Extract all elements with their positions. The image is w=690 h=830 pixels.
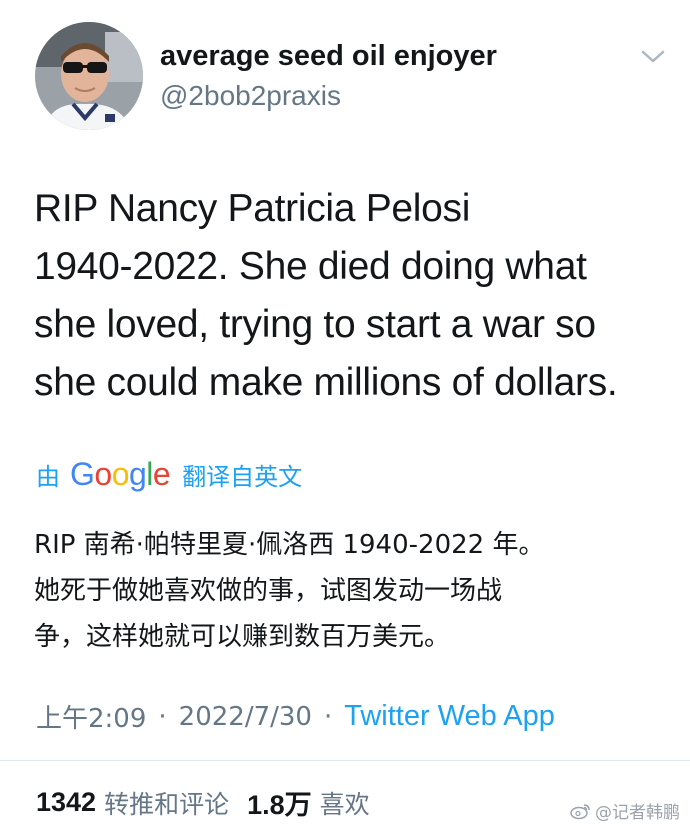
- weibo-logo-icon: [570, 803, 590, 819]
- tweet-date[interactable]: 2022/7/30: [179, 702, 312, 732]
- tweet-time[interactable]: 上午2:09: [36, 698, 146, 735]
- retweets-label[interactable]: 转推和评论: [104, 785, 229, 821]
- retweets-count[interactable]: 1342: [36, 787, 96, 818]
- tweet-text-line: RIP Nancy Patricia Pelosi: [34, 187, 471, 230]
- chevron-down-icon[interactable]: [640, 48, 666, 66]
- avatar-photo-icon: [35, 22, 143, 130]
- user-handle[interactable]: @2bob2praxis: [160, 80, 341, 112]
- meta-separator: ·: [323, 701, 333, 732]
- translate-from-label: 翻译自英文: [182, 462, 303, 491]
- tweet-card: average seed oil enjoyer @2bob2praxis RI…: [0, 0, 690, 830]
- tweet-source-link[interactable]: Twitter Web App: [344, 700, 555, 733]
- translated-text-line: 她死于做她喜欢做的事，试图发动一场战: [34, 576, 503, 606]
- translated-text-line: 争，这样她就可以赚到数百万美元。: [34, 622, 451, 652]
- watermark: @记者韩鹏: [570, 798, 680, 823]
- tweet-stats: 1342 转推和评论 1.8万 喜欢: [36, 783, 388, 822]
- watermark-text: @记者韩鹏: [595, 803, 680, 823]
- tweet-text-line: 1940-2022. She died doing what: [34, 245, 587, 288]
- divider: [0, 760, 690, 761]
- avatar[interactable]: [35, 22, 143, 130]
- likes-count[interactable]: 1.8万: [247, 783, 312, 822]
- tweet-text-line: she loved, trying to start a war so: [34, 303, 596, 346]
- translation-attribution[interactable]: 由 Google 翻译自英文: [36, 454, 302, 494]
- likes-label[interactable]: 喜欢: [320, 785, 370, 821]
- translate-by-label: 由: [36, 462, 60, 491]
- google-logo: Google: [70, 456, 171, 492]
- translated-text: RIP 南希·帕特里夏·佩洛西 1940-2022 年。 她死于做她喜欢做的事，…: [34, 522, 659, 660]
- tweet-text: RIP Nancy Patricia Pelosi 1940-2022. She…: [34, 180, 664, 412]
- translated-text-line: RIP 南希·帕特里夏·佩洛西 1940-2022 年。: [34, 530, 545, 560]
- tweet-text-line: she could make millions of dollars.: [34, 361, 618, 404]
- display-name[interactable]: average seed oil enjoyer: [160, 40, 497, 73]
- meta-separator: ·: [158, 701, 167, 732]
- tweet-meta: 上午2:09 · 2022/7/30 · Twitter Web App: [36, 698, 555, 735]
